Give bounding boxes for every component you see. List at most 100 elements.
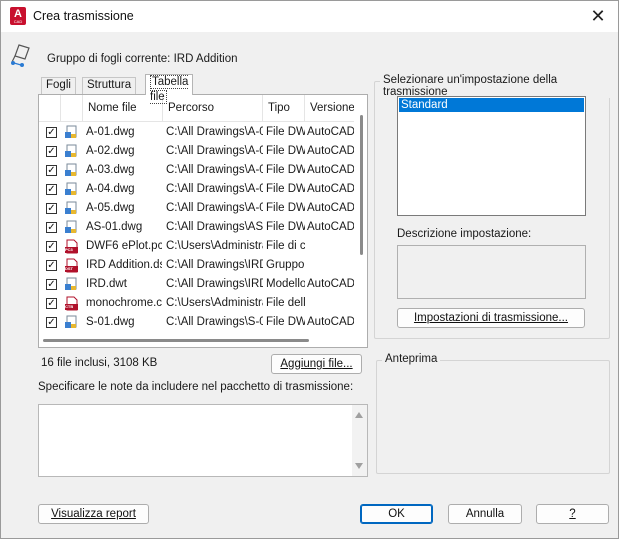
table-vertical-scroll-thumb[interactable] [360, 115, 363, 255]
cancel-label: Annulla [465, 508, 505, 520]
title-bar: A CAD Crea trasmissione ✕ [1, 1, 618, 32]
include-checkbox[interactable]: ✓ [46, 184, 57, 195]
help-button[interactable]: ? [536, 504, 609, 524]
setup-description-box [397, 245, 586, 299]
file-path-cell: C:\Users\Administra [166, 240, 263, 252]
table-vertical-scrollbar[interactable] [354, 95, 367, 345]
file-icon-tag: CTB [65, 304, 74, 309]
include-checkbox[interactable]: ✓ [46, 222, 57, 233]
table-row[interactable]: ✓ A-04.dwg C:\All Drawings\A-0 File DW AutoC… [39, 180, 355, 199]
dwt-file-icon [65, 277, 77, 290]
include-checkbox[interactable]: ✓ [46, 165, 57, 176]
table-horizontal-scrollbar[interactable] [39, 333, 355, 347]
app-icon-sub: CAD [13, 19, 23, 24]
dwg-file-icon [65, 182, 77, 195]
view-report-button[interactable]: Visualizza report [38, 504, 149, 524]
dwg-file-icon [65, 144, 77, 157]
scroll-down-arrow-icon[interactable] [355, 463, 363, 469]
ok-label: OK [388, 508, 405, 520]
include-checkbox[interactable]: ✓ [46, 203, 57, 214]
file-type-cell: File DW [266, 202, 305, 214]
close-button[interactable]: ✕ [588, 7, 608, 27]
file-version-cell: AutoCAD [307, 126, 355, 138]
scroll-up-arrow-icon[interactable] [355, 412, 363, 418]
transmittal-setups-button[interactable]: Impostazioni di trasmissione... [397, 308, 585, 328]
table-horizontal-scroll-thumb[interactable] [43, 339, 309, 342]
file-type-cell: File di c [266, 240, 305, 252]
column-header-tipo[interactable]: Tipo [263, 95, 305, 122]
current-sheet-set-label: Gruppo di fogli corrente: IRD Addition [47, 53, 238, 65]
file-type-cell: File DW [266, 183, 305, 195]
file-path-cell: C:\All Drawings\IRD [166, 259, 263, 271]
file-version-cell: AutoCAD [307, 316, 355, 328]
notes-textarea[interactable] [38, 404, 368, 477]
file-path-cell: C:\Users\Administra [166, 297, 263, 309]
file-path-cell: C:\All Drawings\A-0 [166, 126, 263, 138]
include-checkbox[interactable]: ✓ [46, 146, 57, 157]
column-header-versione[interactable]: Versione [305, 95, 359, 122]
view-report-label: Visualizza report [51, 508, 136, 520]
tab-fogli-label: Fogli [46, 79, 71, 91]
help-label: ? [569, 508, 576, 520]
preview-group [376, 360, 610, 474]
include-checkbox[interactable]: ✓ [46, 260, 57, 271]
table-header: Nome file Percorso Tipo Versione [39, 95, 359, 122]
table-row[interactable]: ✓ DST IRD Addition.dst C:\All Drawings\IRD G… [39, 256, 355, 275]
table-row[interactable]: ✓ A-03.dwg C:\All Drawings\A-0 File DW AutoC… [39, 161, 355, 180]
table-row[interactable]: ✓ A-05.dwg C:\All Drawings\A-0 File DW AutoC… [39, 199, 355, 218]
file-type-cell: Gruppo [266, 259, 305, 271]
transmittal-setup-group-title: Selezionare un'impostazione della trasmi… [380, 74, 618, 98]
setup-listbox[interactable]: Standard [397, 96, 586, 216]
file-name-cell: IRD Addition.dst [86, 259, 162, 271]
file-version-cell [307, 237, 357, 256]
file-summary: 16 file inclusi, 3108 KB [41, 357, 158, 369]
include-checkbox[interactable]: ✓ [46, 241, 57, 252]
include-checkbox[interactable]: ✓ [46, 279, 57, 290]
header-checkbox-column[interactable] [39, 95, 61, 122]
tab-fogli[interactable]: Fogli [41, 77, 76, 94]
file-name-cell: AS-01.dwg [86, 221, 143, 233]
file-name-cell: S-01.dwg [86, 316, 135, 328]
file-name-cell: A-04.dwg [86, 183, 135, 195]
dwg-file-icon [65, 163, 77, 176]
file-version-cell: AutoCAD [307, 164, 355, 176]
file-type-cell: File DW [266, 221, 305, 233]
dwg-file-icon [65, 125, 77, 138]
file-path-cell: C:\All Drawings\S-0 [166, 316, 263, 328]
dwg-file-icon [65, 315, 77, 328]
dwg-file-icon [65, 220, 77, 233]
file-table: Nome file Percorso Tipo Versione ✓ A-01.d… [38, 94, 368, 348]
autocad-app-icon: A CAD [10, 7, 26, 25]
dialog-window: A CAD Crea trasmissione ✕ Gruppo di fogl… [0, 0, 619, 539]
include-checkbox[interactable]: ✓ [46, 317, 57, 328]
file-path-cell: C:\All Drawings\AS- [166, 221, 263, 233]
column-header-percorso[interactable]: Percorso [163, 95, 263, 122]
file-name-cell: DWF6 ePlot.pc3 [86, 240, 162, 252]
setup-description-label: Descrizione impostazione: [397, 228, 532, 240]
add-files-label: Aggiungi file... [280, 358, 353, 370]
table-row[interactable]: ✓ IRD.dwt C:\All Drawings\IRD Modello AutoCA… [39, 275, 355, 294]
table-row[interactable]: ✓ AS-01.dwg C:\All Drawings\AS- File DW Auto… [39, 218, 355, 237]
table-row[interactable]: ✓ A-01.dwg C:\All Drawings\A-0 File DW AutoC… [39, 123, 355, 142]
include-checkbox[interactable]: ✓ [46, 127, 57, 138]
file-version-cell: AutoCAD [307, 183, 355, 195]
table-row[interactable]: ✓ A-02.dwg C:\All Drawings\A-0 File DW AutoC… [39, 142, 355, 161]
table-row[interactable]: ✓ S-01.dwg C:\All Drawings\S-0 File DW AutoC… [39, 313, 355, 332]
file-version-cell: AutoCAD [307, 278, 355, 290]
notes-scrollbar[interactable] [352, 405, 367, 476]
table-row[interactable]: ✓ PC3 DWF6 ePlot.pc3 C:\Users\Administra Fil… [39, 237, 355, 256]
tab-struttura-file[interactable]: Struttura file [82, 77, 137, 106]
file-path-cell: C:\All Drawings\A-0 [166, 145, 263, 157]
file-path-cell: C:\All Drawings\A-0 [166, 202, 263, 214]
ok-button[interactable]: OK [360, 504, 433, 524]
cancel-button[interactable]: Annulla [448, 504, 522, 524]
file-name-cell: A-03.dwg [86, 164, 135, 176]
tab-tabella-file[interactable]: Tabella file [145, 74, 194, 104]
add-files-button[interactable]: Aggiungi file... [271, 354, 362, 374]
file-type-cell: File DW [266, 164, 305, 176]
file-name-cell: A-05.dwg [86, 202, 135, 214]
header-icon-column[interactable] [61, 95, 83, 122]
setup-list-item-standard[interactable]: Standard [399, 98, 584, 112]
table-row[interactable]: ✓ CTB monochrome.ctb C:\Users\AdministraFil… [39, 294, 355, 313]
include-checkbox[interactable]: ✓ [46, 298, 57, 309]
